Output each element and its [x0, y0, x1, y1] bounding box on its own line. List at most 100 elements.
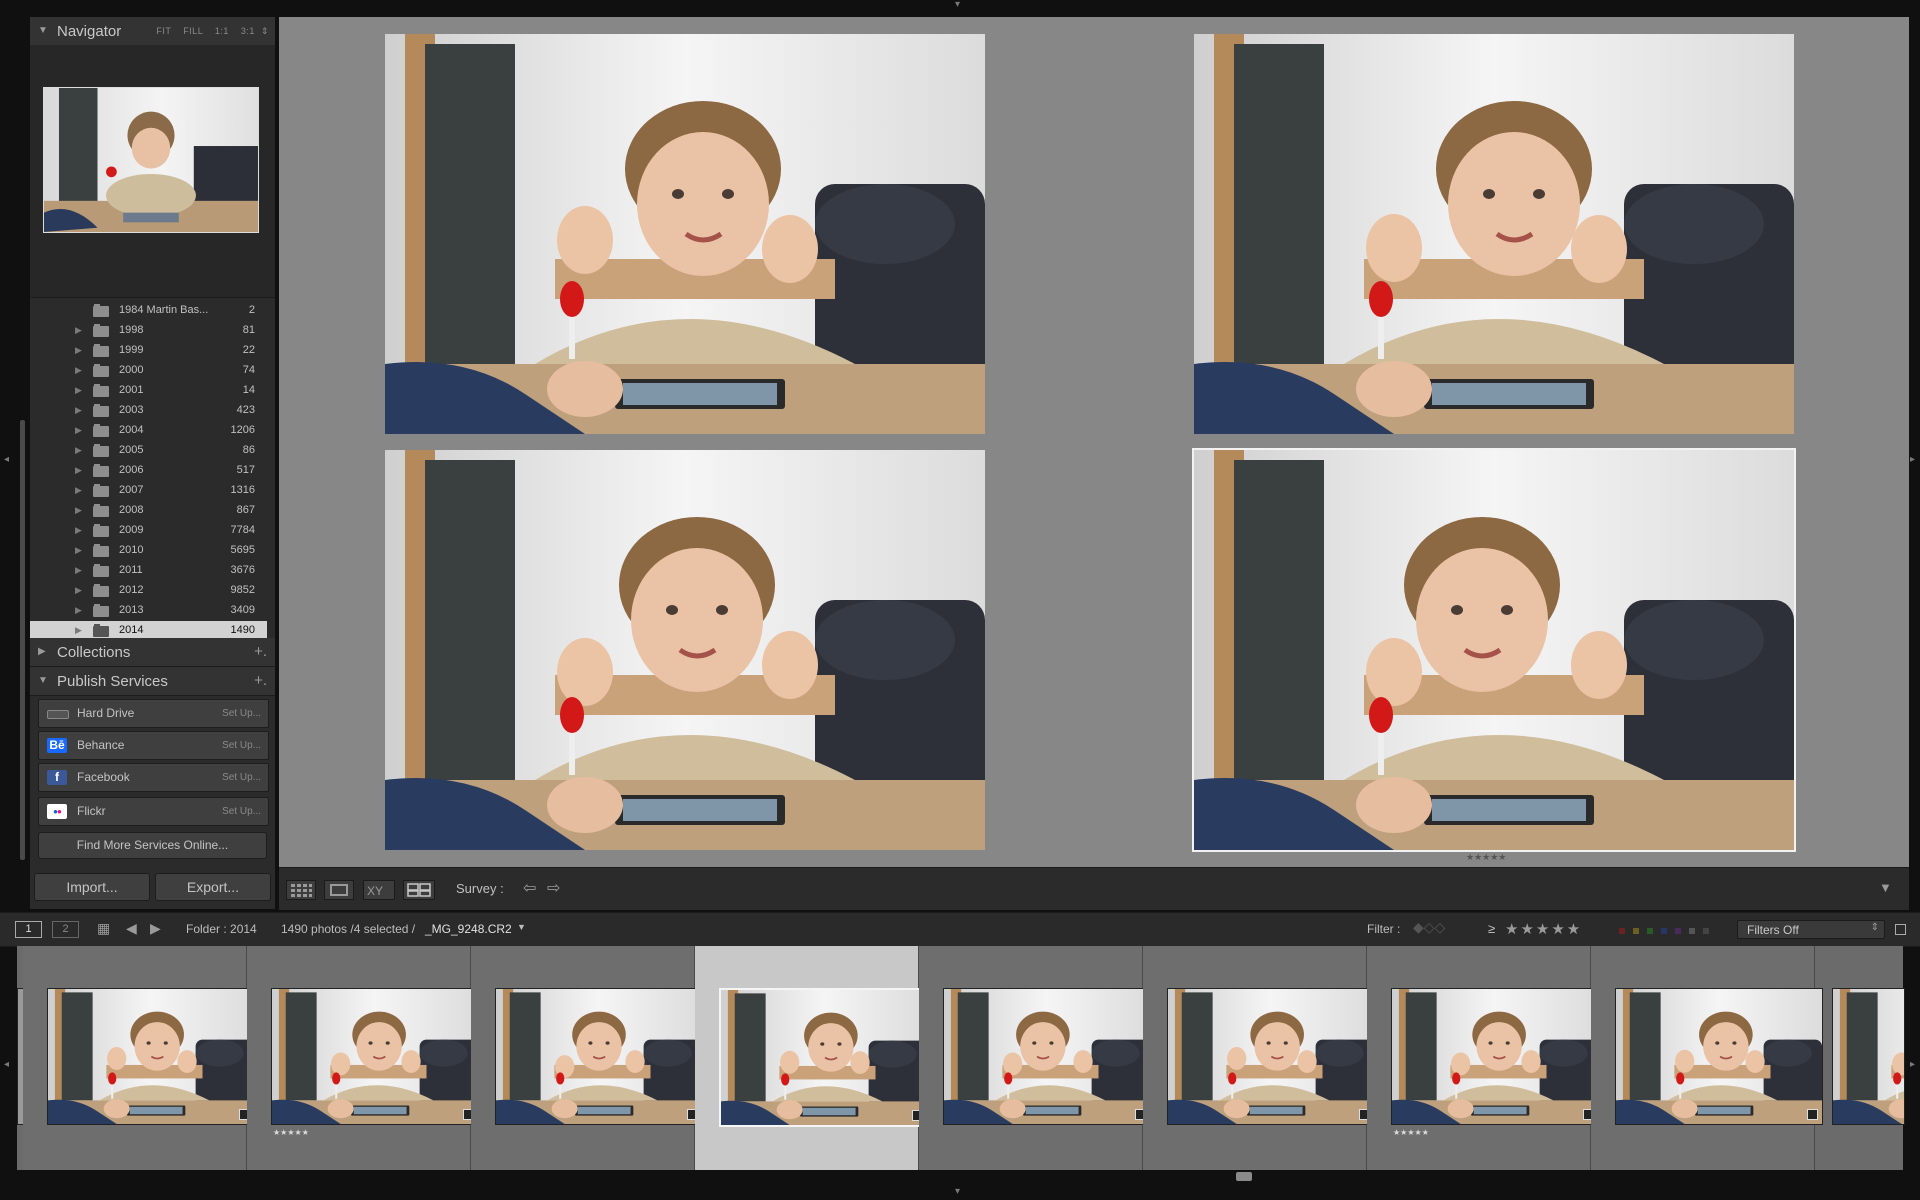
folder-expand-triangle-icon[interactable]: ▶	[75, 545, 82, 556]
zoom-fit[interactable]: FIT	[156, 26, 171, 36]
folder-expand-triangle-icon[interactable]: ▶	[75, 605, 82, 616]
folder-source-label[interactable]: Folder : 2014	[186, 922, 257, 936]
filmstrip-cell[interactable]	[919, 946, 1151, 1170]
toolbar-menu-chevron-down-icon[interactable]: ▼	[1879, 880, 1892, 895]
survey-view-icon[interactable]	[403, 880, 435, 900]
next-arrow-icon[interactable]: ⇨	[547, 878, 560, 898]
rating-operator[interactable]: ≥	[1488, 921, 1495, 936]
main-window-button[interactable]: 1	[15, 921, 42, 938]
folder-expand-triangle-icon[interactable]: ▶	[75, 345, 82, 356]
add-publish-service-icon[interactable]: +.	[254, 672, 267, 689]
folder-row[interactable]: ▶ 2000 74	[30, 361, 267, 381]
filmstrip-thumbnail[interactable]	[1167, 988, 1375, 1125]
filmstrip-thumbnail[interactable]	[943, 988, 1151, 1125]
publish-service-hard-drive[interactable]: Hard Drive Set Up...	[38, 699, 269, 728]
flag-filter-icons[interactable]: ◆◇◇	[1413, 919, 1445, 936]
folder-expand-triangle-icon[interactable]: ▶	[75, 385, 82, 396]
left-panel-toggle-icon[interactable]: ◂	[4, 455, 9, 465]
folder-expand-triangle-icon[interactable]: ▶	[75, 505, 82, 516]
folder-row[interactable]: ▶ 1998 81	[30, 321, 267, 341]
folder-row[interactable]: ▶ 1999 22	[30, 341, 267, 361]
filmstrip-thumbnail[interactable]	[47, 988, 255, 1125]
thumbnail-rating-stars[interactable]: ★★★★★	[1393, 1128, 1429, 1137]
loupe-view-icon[interactable]	[324, 880, 354, 900]
collections-header[interactable]: ▶ Collections +.	[30, 638, 275, 667]
folder-expand-triangle-icon[interactable]: ▶	[75, 625, 82, 636]
zoom-stepper-icon[interactable]: ⇕	[261, 26, 269, 36]
folder-row[interactable]: ▶ 2007 1316	[30, 481, 267, 501]
survey-rating-stars[interactable]: ★★★★★	[1466, 852, 1506, 863]
filmstrip-cell[interactable]	[695, 946, 929, 1170]
service-setup-link[interactable]: Set Up...	[222, 740, 261, 751]
filmstrip-cell[interactable]	[23, 946, 255, 1170]
expand-triangle-icon[interactable]: ▶	[38, 646, 46, 657]
folder-row[interactable]: ▶ 2006 517	[30, 461, 267, 481]
collapse-triangle-icon[interactable]: ▼	[38, 25, 48, 36]
filmstrip-partial-thumbnail[interactable]	[1832, 988, 1905, 1125]
service-setup-link[interactable]: Set Up...	[222, 772, 261, 783]
service-setup-link[interactable]: Set Up...	[222, 806, 261, 817]
folder-expand-triangle-icon[interactable]: ▶	[75, 425, 82, 436]
folder-row[interactable]: ▶ 2010 5695	[30, 541, 267, 561]
filmstrip-thumbnail[interactable]	[495, 988, 703, 1125]
folder-row[interactable]: ▶ 2011 3676	[30, 561, 267, 581]
bottom-panel-toggle-icon[interactable]: ▾	[955, 1187, 960, 1197]
compare-view-icon[interactable]: XY	[363, 880, 395, 900]
folder-row[interactable]: ▶ 2001 14	[30, 381, 267, 401]
back-arrow-icon[interactable]: ◀	[126, 920, 137, 937]
filmstrip-left-toggle-icon[interactable]: ◂	[4, 1060, 9, 1070]
folder-expand-triangle-icon[interactable]: ▶	[75, 525, 82, 536]
folder-row[interactable]: ▶ 2012 9852	[30, 581, 267, 601]
zoom-3-1[interactable]: 3:1	[241, 26, 255, 36]
folder-expand-triangle-icon[interactable]: ▶	[75, 465, 82, 476]
grid-view-icon[interactable]	[286, 880, 316, 900]
folder-expand-triangle-icon[interactable]: ▶	[75, 485, 82, 496]
survey-photo[interactable]	[385, 34, 985, 434]
publish-service-behance[interactable]: Bē Behance Set Up...	[38, 731, 269, 760]
filmstrip-cell[interactable]: ★★★★★	[1367, 946, 1599, 1170]
collapse-triangle-icon[interactable]: ▼	[38, 675, 48, 686]
filmstrip-thumbnail[interactable]	[719, 988, 929, 1127]
filmstrip-thumbnail[interactable]	[1391, 988, 1599, 1125]
navigator-header[interactable]: ▼ Navigator FIT FILL 1:1 3:1 ⇕	[30, 17, 275, 46]
service-setup-link[interactable]: Set Up...	[222, 708, 261, 719]
folder-row[interactable]: 1984 Martin Bas... 2	[30, 301, 267, 321]
folder-row[interactable]: ▶ 2004 1206	[30, 421, 267, 441]
current-filename[interactable]: _MG_9248.CR2	[425, 922, 512, 936]
right-panel-toggle-icon[interactable]: ▸	[1910, 455, 1915, 465]
folder-expand-triangle-icon[interactable]: ▶	[75, 365, 82, 376]
folder-row[interactable]: ▶ 2009 7784	[30, 521, 267, 541]
import-button[interactable]: Import...	[34, 873, 150, 901]
folder-expand-triangle-icon[interactable]: ▶	[75, 565, 82, 576]
filter-presets-dropdown[interactable]: Filters Off ⇕	[1737, 920, 1885, 939]
survey-photo[interactable]	[385, 450, 985, 850]
zoom-fill[interactable]: FILL	[183, 26, 203, 36]
folder-row[interactable]: ▶ 2013 3409	[30, 601, 267, 621]
left-panel-scrollbar[interactable]	[20, 420, 25, 860]
publish-service-flickr[interactable]: ●● Flickr Set Up...	[38, 797, 269, 826]
grid-icon[interactable]: ▦	[97, 920, 110, 937]
navigator-preview-thumbnail[interactable]	[43, 87, 259, 233]
filmstrip-thumbnail[interactable]	[1615, 988, 1823, 1125]
filmstrip-thumbnail[interactable]	[271, 988, 479, 1125]
folder-expand-triangle-icon[interactable]: ▶	[75, 445, 82, 456]
filmstrip-cell[interactable]	[471, 946, 703, 1170]
survey-photo[interactable]	[1194, 34, 1794, 434]
previous-arrow-icon[interactable]: ⇦	[523, 878, 536, 898]
color-label-filter[interactable]	[1619, 925, 1713, 939]
filter-lock-icon[interactable]	[1895, 924, 1906, 935]
secondary-window-button[interactable]: 2	[52, 921, 79, 938]
top-panel-toggle-icon[interactable]: ▾	[955, 0, 960, 10]
zoom-1-1[interactable]: 1:1	[215, 26, 229, 36]
publish-services-header[interactable]: ▼ Publish Services +.	[30, 667, 275, 696]
filmstrip-cell[interactable]	[1591, 946, 1823, 1170]
forward-arrow-icon[interactable]: ▶	[150, 920, 161, 937]
folder-expand-triangle-icon[interactable]: ▶	[75, 325, 82, 336]
folder-row[interactable]: ▶ 2003 423	[30, 401, 267, 421]
export-button[interactable]: Export...	[155, 873, 271, 901]
filmstrip-cell[interactable]	[1143, 946, 1375, 1170]
folder-row[interactable]: ▶ 2005 86	[30, 441, 267, 461]
rating-filter-stars[interactable]: ★★★★★	[1505, 920, 1582, 938]
folder-expand-triangle-icon[interactable]: ▶	[75, 405, 82, 416]
thumbnail-rating-stars[interactable]: ★★★★★	[273, 1128, 309, 1137]
